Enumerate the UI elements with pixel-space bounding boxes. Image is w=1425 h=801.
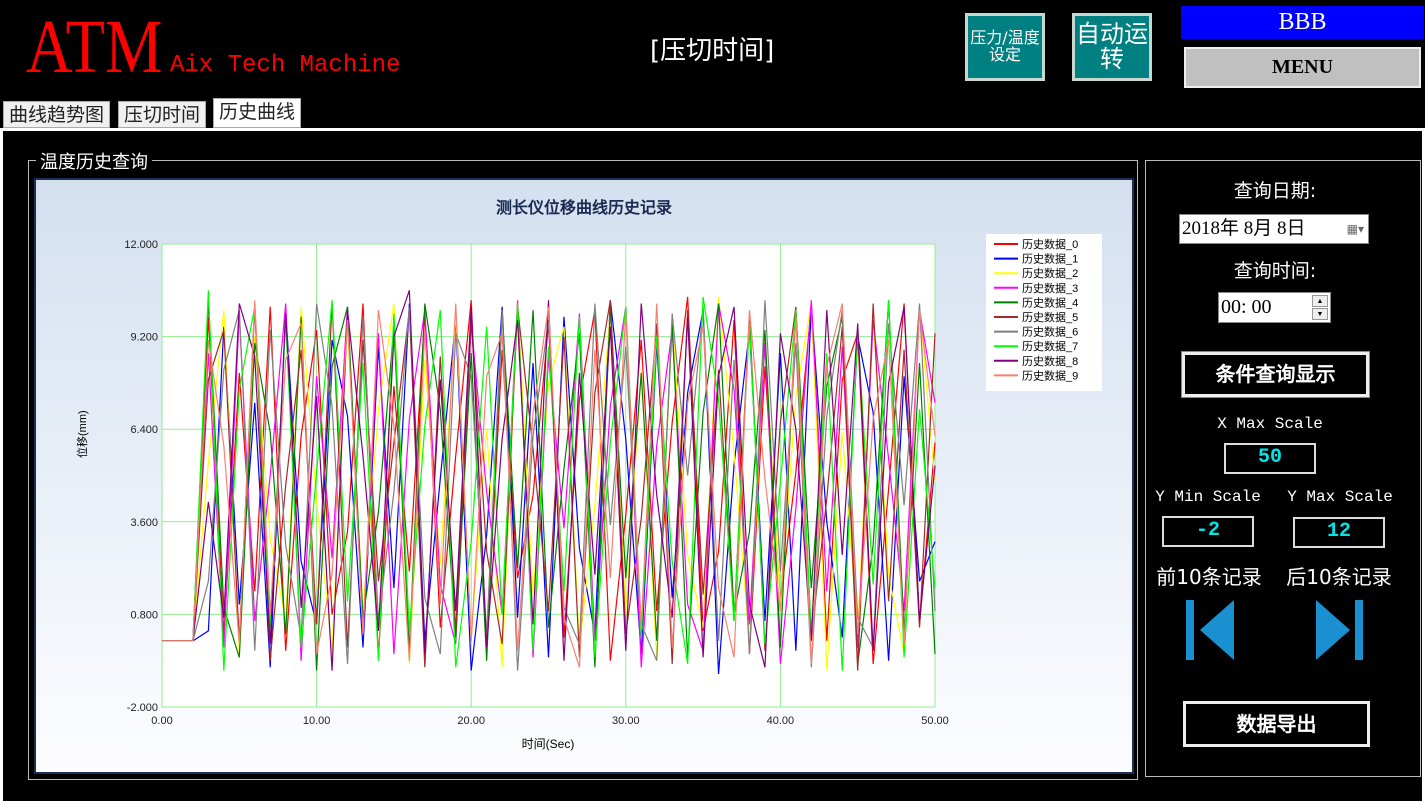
date-value: 2018年 8月 8日	[1182, 218, 1306, 239]
time-input[interactable]: 00: 00 ▲ ▼	[1218, 292, 1331, 323]
tab-trend-chart[interactable]: 曲线趋势图	[3, 101, 111, 128]
x-max-label: X Max Scale	[1217, 415, 1323, 433]
y-min-label: Y Min Scale	[1155, 488, 1261, 506]
x-tick-label: 30.00	[612, 715, 640, 727]
time-value: 00: 00	[1221, 296, 1272, 318]
x-tick-label: 50.00	[921, 715, 949, 727]
screen-title: [压切时间]	[650, 36, 775, 66]
legend-label: 历史数据_8	[1022, 354, 1078, 368]
y-tick-label: 12.000	[124, 239, 158, 251]
logo-subtitle: Aix Tech Machine	[170, 52, 401, 79]
x-max-input[interactable]: 50	[1224, 443, 1316, 474]
legend-label: 历史数据_2	[1022, 266, 1078, 280]
next-records-icon[interactable]	[1314, 600, 1364, 662]
chart-canvas: 位移(mm) 时间(Sec) 0.00 10.00 20.00 30.00 40.00 5…	[75, 234, 1102, 751]
prev-records-icon[interactable]	[1186, 600, 1236, 662]
user-label: BBB	[1181, 6, 1424, 39]
logo: ATM	[26, 5, 163, 89]
spin-up-icon[interactable]: ▲	[1312, 295, 1328, 307]
tab-press-time[interactable]: 压切时间	[118, 101, 207, 128]
legend-label: 历史数据_9	[1022, 368, 1078, 382]
legend-label: 历史数据_6	[1022, 325, 1078, 339]
y-tick-label: 0.800	[130, 609, 158, 621]
calendar-dropdown-icon[interactable]: ▦▾	[1347, 215, 1364, 243]
legend-label: 历史数据_0	[1022, 237, 1078, 251]
x-axis-label: 时间(Sec)	[522, 737, 575, 751]
date-label: 查询日期:	[1233, 180, 1317, 202]
y-tick-label: -2.000	[127, 702, 158, 714]
x-tick-label: 40.00	[767, 715, 795, 727]
legend-label: 历史数据_5	[1022, 310, 1078, 324]
date-picker[interactable]: 2018年 8月 8日 ▦▾	[1179, 214, 1369, 244]
y-tick-label: 3.600	[130, 517, 158, 529]
history-chart: 测长仪位移曲线历史记录 位移(mm) 时间(Sec) 0.00 10.00 20.0…	[34, 178, 1134, 774]
legend-label: 历史数据_4	[1022, 295, 1078, 309]
y-max-input[interactable]: 12	[1293, 517, 1385, 548]
x-tick-label: 20.00	[457, 715, 485, 727]
y-axis-label: 位移(mm)	[75, 410, 89, 458]
prev-10-label: 前10条记录	[1156, 565, 1262, 589]
y-max-label: Y Max Scale	[1287, 488, 1393, 506]
x-tick-label: 0.00	[151, 715, 172, 727]
legend-label: 历史数据_7	[1022, 339, 1078, 353]
x-tick-label: 10.00	[303, 715, 331, 727]
legend-label: 历史数据_3	[1022, 281, 1078, 295]
legend-label: 历史数据_1	[1022, 252, 1078, 266]
y-tick-label: 6.400	[130, 424, 158, 436]
pressure-temp-settings-button[interactable]: 压力/温度设定	[965, 13, 1045, 81]
auto-run-button[interactable]: 自动运转	[1072, 13, 1152, 81]
next-10-label: 后10条记录	[1286, 565, 1392, 589]
y-min-input[interactable]: -2	[1162, 516, 1254, 547]
time-label: 查询时间:	[1233, 260, 1317, 282]
spin-down-icon[interactable]: ▼	[1312, 308, 1328, 320]
query-display-button[interactable]: 条件查询显示	[1181, 351, 1370, 398]
export-data-button[interactable]: 数据导出	[1183, 701, 1370, 747]
group-title: 温度历史查询	[36, 148, 152, 174]
tab-history-curve[interactable]: 历史曲线	[213, 98, 302, 128]
menu-button[interactable]: MENU	[1184, 47, 1421, 88]
y-tick-label: 9.200	[130, 332, 158, 344]
